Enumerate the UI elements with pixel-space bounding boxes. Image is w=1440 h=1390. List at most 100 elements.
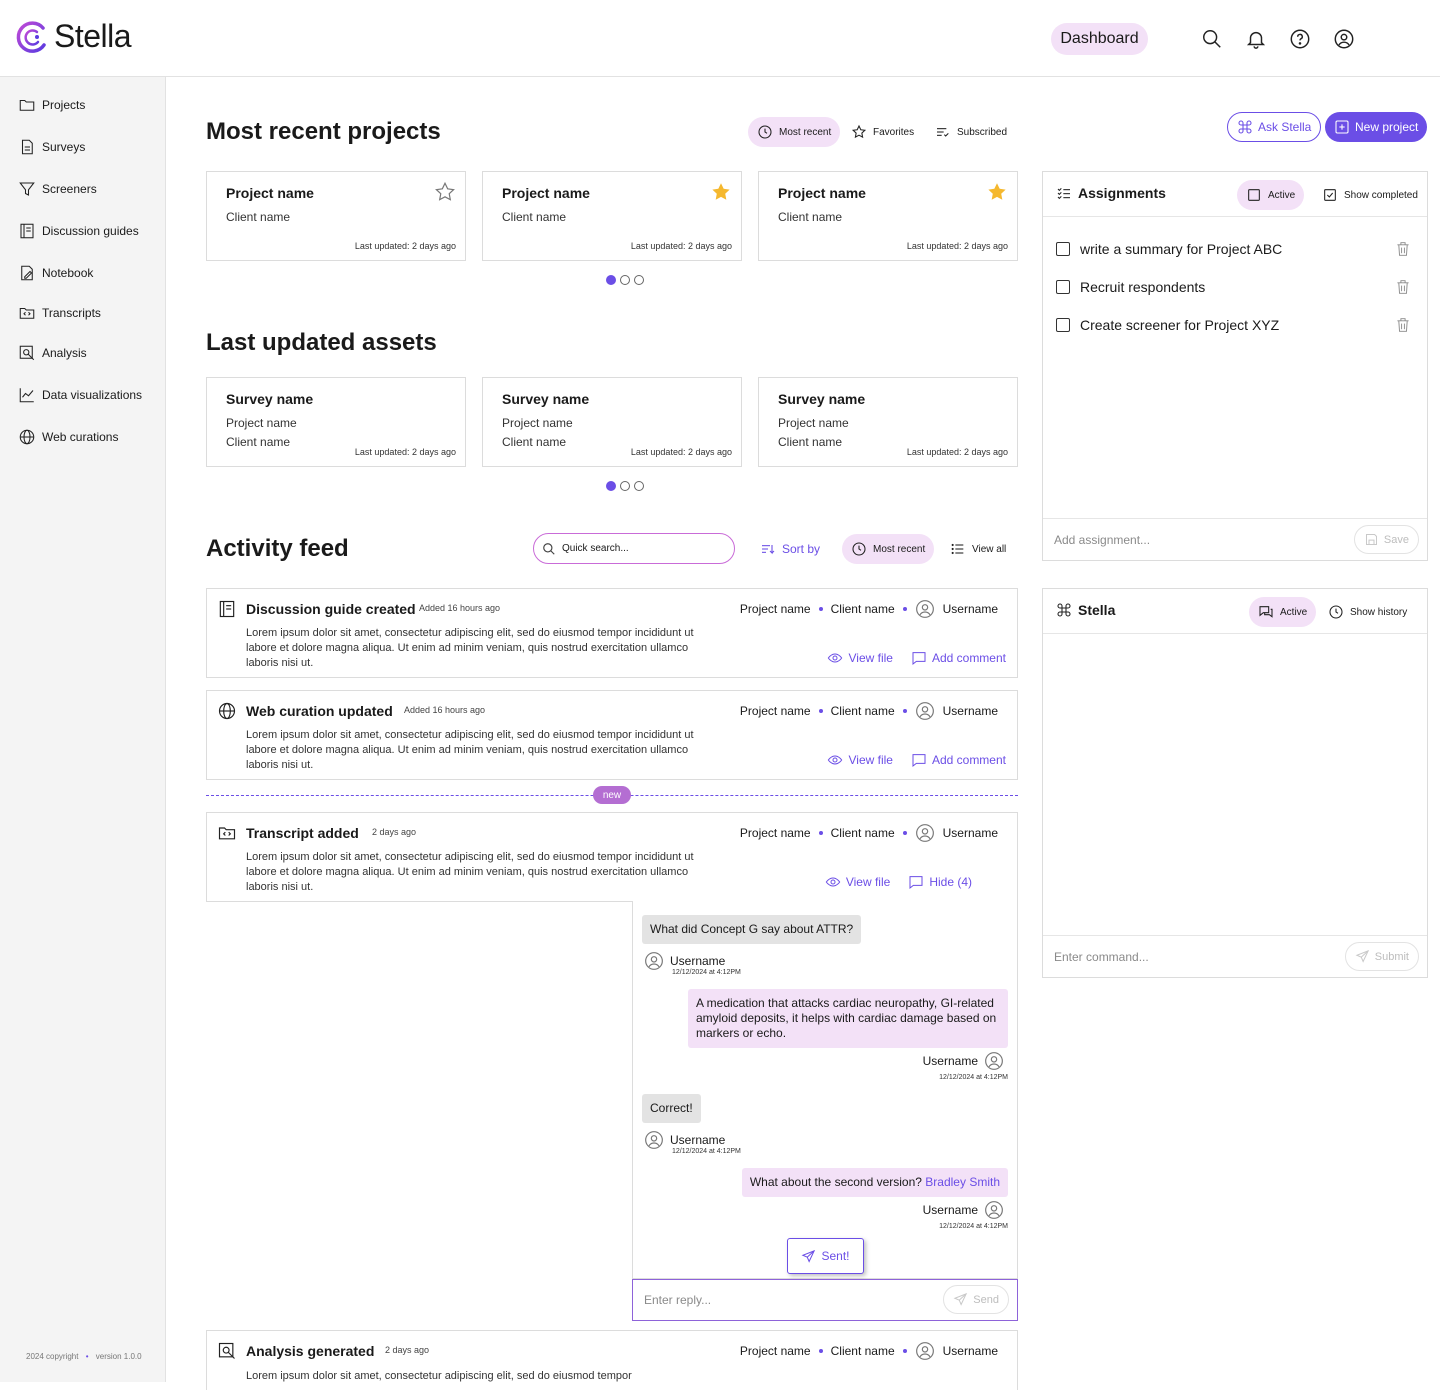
client-link[interactable]: Client name bbox=[831, 704, 895, 718]
show-completed-filter[interactable]: Show completed bbox=[1313, 180, 1427, 210]
logo[interactable]: Stella bbox=[16, 18, 132, 55]
sidebar-item-web-curations[interactable]: Web curations bbox=[18, 428, 118, 446]
mention-link[interactable]: Bradley Smith bbox=[925, 1175, 1000, 1189]
asset-card[interactable]: Survey name Project name Client name Las… bbox=[206, 377, 466, 467]
assignment-checkbox[interactable] bbox=[1056, 318, 1070, 332]
star-filled-icon[interactable] bbox=[986, 181, 1008, 203]
assets-title: Last updated assets bbox=[206, 329, 437, 356]
show-history-filter[interactable]: Show history bbox=[1319, 597, 1416, 627]
star-outline-icon[interactable] bbox=[434, 181, 456, 203]
username[interactable]: Username bbox=[670, 954, 725, 968]
assignment-checkbox[interactable] bbox=[1056, 242, 1070, 256]
stella-active-filter[interactable]: Active bbox=[1249, 597, 1317, 627]
globe-icon bbox=[19, 429, 35, 445]
view-all-button[interactable]: View all bbox=[941, 534, 1015, 564]
trash-icon[interactable] bbox=[1396, 317, 1410, 333]
sidebar-item-transcripts[interactable]: Transcripts bbox=[18, 304, 101, 322]
pagination-dot[interactable] bbox=[606, 275, 616, 285]
sidebar-item-discussion-guides[interactable]: Discussion guides bbox=[18, 222, 139, 240]
asset-card[interactable]: Survey name Project name Client name Las… bbox=[482, 377, 742, 467]
view-file-link[interactable]: View file bbox=[827, 752, 893, 768]
sidebar-item-analysis[interactable]: Analysis bbox=[18, 344, 87, 362]
save-button[interactable]: Save bbox=[1353, 525, 1419, 554]
pagination-dot[interactable] bbox=[606, 481, 616, 491]
client-link[interactable]: Client name bbox=[831, 826, 895, 840]
feed-item: Discussion guide created Added 16 hours … bbox=[206, 588, 1018, 678]
ask-stella-button[interactable]: Ask Stella bbox=[1227, 112, 1322, 142]
feed-body: Lorem ipsum dolor sit amet, consectetur … bbox=[246, 729, 694, 771]
add-comment-link[interactable]: Add comment bbox=[911, 752, 1006, 768]
assignments-active-filter[interactable]: Active bbox=[1237, 180, 1305, 210]
send-button[interactable]: Send bbox=[943, 1285, 1009, 1314]
top-bar: Stella Dashboard bbox=[0, 0, 1440, 77]
sort-by-button[interactable]: Sort by bbox=[751, 534, 829, 564]
sidebar-item-surveys[interactable]: Surveys bbox=[18, 138, 85, 156]
client-link[interactable]: Client name bbox=[831, 1344, 895, 1358]
input-placeholder: Enter command... bbox=[1054, 950, 1149, 964]
command-input[interactable]: Enter command... Submit bbox=[1043, 935, 1427, 977]
sidebar-item-projects[interactable]: Projects bbox=[18, 96, 85, 114]
username[interactable]: Username bbox=[943, 602, 998, 616]
project-link[interactable]: Project name bbox=[740, 704, 811, 718]
project-link[interactable]: Project name bbox=[740, 1344, 811, 1358]
filter-favorites[interactable]: Favorites bbox=[842, 117, 923, 147]
project-name: Project name bbox=[502, 416, 573, 430]
username[interactable]: Username bbox=[943, 1344, 998, 1358]
view-file-link[interactable]: View file bbox=[827, 650, 893, 666]
sidebar-item-data-visualizations[interactable]: Data visualizations bbox=[18, 386, 142, 404]
project-link[interactable]: Project name bbox=[740, 602, 811, 616]
trash-icon[interactable] bbox=[1396, 241, 1410, 257]
help-icon[interactable] bbox=[1289, 28, 1311, 50]
assignments-header: Assignments Active Show completed bbox=[1043, 172, 1427, 217]
last-updated: Last updated: 2 days ago bbox=[630, 241, 732, 251]
add-assignment-input[interactable]: Add assignment... Save bbox=[1043, 518, 1427, 560]
filter-most-recent[interactable]: Most recent bbox=[748, 117, 841, 147]
user-icon[interactable] bbox=[1333, 28, 1355, 50]
hide-comments-link[interactable]: Hide (4) bbox=[908, 874, 972, 890]
username[interactable]: Username bbox=[923, 1203, 978, 1217]
project-card[interactable]: Project name Client name Last updated: 2… bbox=[482, 171, 742, 261]
pagination-dot[interactable] bbox=[620, 481, 630, 491]
quick-search-input[interactable]: Quick search... bbox=[533, 533, 735, 564]
comment-bubble: What about the second version? Bradley S… bbox=[741, 1168, 1008, 1197]
feed-most-recent[interactable]: Most recent bbox=[842, 534, 935, 564]
comment-author: Username bbox=[644, 1130, 725, 1150]
username[interactable]: Username bbox=[670, 1133, 725, 1147]
project-card[interactable]: Project name Client name Last updated: 2… bbox=[206, 171, 466, 261]
dashboard-button[interactable]: Dashboard bbox=[1051, 23, 1148, 55]
comment-time: 12/12/2024 at 4:12PM bbox=[939, 1223, 1008, 1230]
client-link[interactable]: Client name bbox=[831, 602, 895, 616]
star-filled-icon[interactable] bbox=[710, 181, 732, 203]
new-project-button[interactable]: New project bbox=[1325, 112, 1428, 142]
view-file-link[interactable]: View file bbox=[825, 874, 890, 890]
pagination-dot[interactable] bbox=[620, 275, 630, 285]
username[interactable]: Username bbox=[943, 826, 998, 840]
assignment-checkbox[interactable] bbox=[1056, 280, 1070, 294]
clock-icon bbox=[1329, 605, 1343, 619]
filter-label: Show history bbox=[1350, 606, 1408, 618]
username[interactable]: Username bbox=[943, 704, 998, 718]
sidebar-item-screeners[interactable]: Screeners bbox=[18, 180, 97, 198]
bell-icon[interactable] bbox=[1245, 28, 1267, 50]
trash-icon[interactable] bbox=[1396, 279, 1410, 295]
comment-time: 12/12/2024 at 4:12PM bbox=[672, 969, 741, 976]
client-name: Client name bbox=[226, 435, 291, 449]
project-link[interactable]: Project name bbox=[740, 826, 811, 840]
last-updated: Last updated: 2 days ago bbox=[630, 447, 732, 457]
filter-label: Favorites bbox=[873, 126, 915, 138]
sidebar-item-notebook[interactable]: Notebook bbox=[18, 264, 93, 282]
reply-input[interactable]: Enter reply... Send bbox=[632, 1279, 1018, 1321]
pagination-dot[interactable] bbox=[634, 481, 644, 491]
pagination-dot[interactable] bbox=[634, 275, 644, 285]
filter-subscribed[interactable]: Subscribed bbox=[926, 117, 1016, 147]
project-card[interactable]: Project name Client name Last updated: 2… bbox=[758, 171, 1018, 261]
assignment-item: Create screener for Project XYZ bbox=[1056, 317, 1279, 333]
stella-title: Stella bbox=[1056, 602, 1115, 618]
username[interactable]: Username bbox=[923, 1054, 978, 1068]
link-label: Add comment bbox=[931, 753, 1006, 767]
add-comment-link[interactable]: Add comment bbox=[911, 650, 1006, 666]
projects-title: Most recent projects bbox=[206, 118, 441, 145]
search-icon[interactable] bbox=[1201, 28, 1223, 50]
submit-button[interactable]: Submit bbox=[1344, 942, 1419, 971]
asset-card[interactable]: Survey name Project name Client name Las… bbox=[758, 377, 1018, 467]
